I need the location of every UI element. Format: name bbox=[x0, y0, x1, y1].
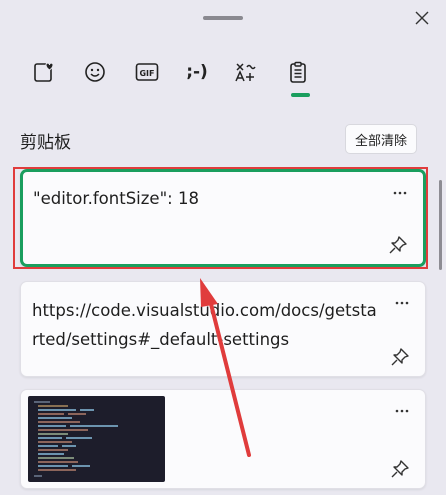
tab-emoji[interactable] bbox=[73, 56, 117, 88]
heart-card-icon bbox=[34, 62, 54, 82]
clipboard-item-image[interactable] bbox=[20, 389, 426, 489]
close-button[interactable] bbox=[408, 6, 436, 30]
kaomoji-icon: ;-) bbox=[186, 62, 208, 82]
scrollbar[interactable] bbox=[439, 180, 442, 270]
gif-icon: GIF bbox=[135, 63, 159, 81]
tab-kaomoji[interactable]: ;-) bbox=[175, 56, 219, 88]
annotation-highlight-box bbox=[13, 167, 428, 269]
active-tab-indicator bbox=[291, 93, 310, 97]
tab-clipboard[interactable] bbox=[276, 56, 320, 88]
more-icon bbox=[395, 301, 409, 305]
panel-title: 剪贴板 bbox=[20, 133, 71, 153]
pin-button[interactable] bbox=[389, 346, 411, 368]
svg-text:GIF: GIF bbox=[139, 69, 154, 78]
pin-icon bbox=[391, 460, 409, 478]
clipboard-item[interactable]: https://code.visualstudio.com/docs/getst… bbox=[20, 281, 426, 377]
more-options-button[interactable] bbox=[389, 402, 415, 420]
tab-favorites[interactable] bbox=[22, 56, 66, 88]
pin-button[interactable] bbox=[389, 458, 411, 480]
more-options-button[interactable] bbox=[389, 294, 415, 312]
symbols-icon bbox=[235, 63, 256, 82]
clipboard-item-text: https://code.visualstudio.com/docs/getst… bbox=[32, 301, 377, 349]
tab-gif[interactable]: GIF bbox=[125, 56, 169, 88]
close-icon bbox=[415, 11, 429, 25]
smiley-icon bbox=[85, 62, 105, 82]
pin-icon bbox=[391, 348, 409, 366]
drag-handle[interactable] bbox=[203, 16, 243, 20]
code-screenshot-thumbnail bbox=[28, 396, 165, 482]
clipboard-icon bbox=[290, 61, 306, 83]
clear-all-button[interactable]: 全部清除 bbox=[345, 124, 417, 154]
more-icon bbox=[395, 409, 409, 413]
tab-symbols[interactable] bbox=[223, 56, 267, 88]
